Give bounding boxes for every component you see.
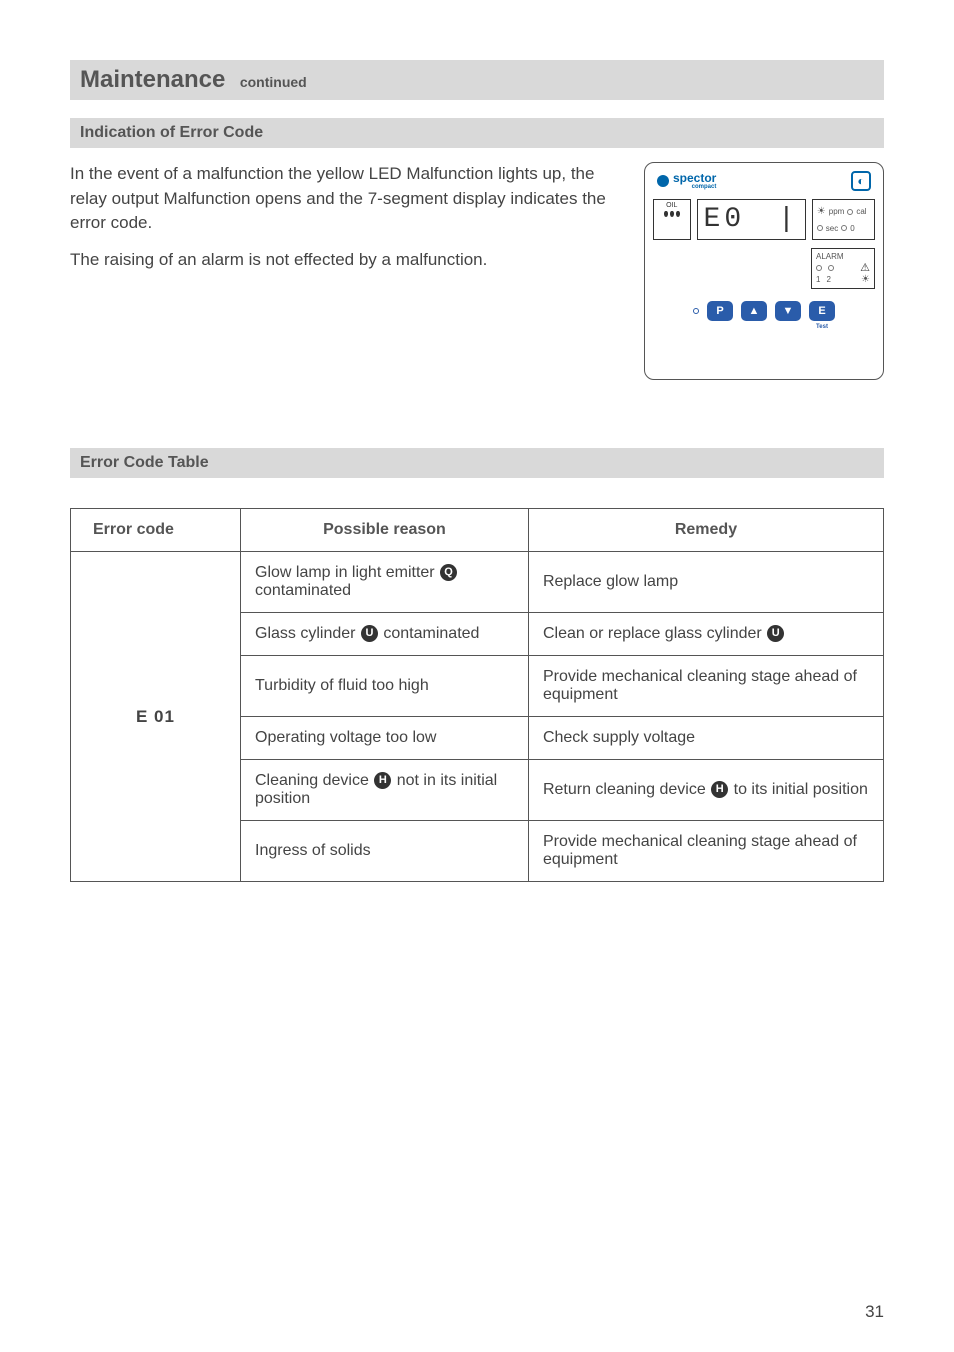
reason-cell: Turbidity of fluid too high xyxy=(241,656,529,717)
alarm-2: 2 xyxy=(826,275,830,284)
remedy-text-pre: Return cleaning device xyxy=(543,781,710,798)
panel-brand-sub: compact xyxy=(692,184,717,190)
led-on-icon: ☀ xyxy=(817,206,826,217)
panel-badge-icon: ◐ xyxy=(851,171,871,191)
reason-cell: Ingress of solids xyxy=(241,821,529,882)
reason-text-pre: Glow lamp in light emitter xyxy=(255,564,439,581)
seven-segment-display: E0 | xyxy=(697,199,806,240)
reason-text-pre: Turbidity of fluid too high xyxy=(255,677,429,694)
e-button-label: E xyxy=(818,305,825,317)
indication-body: In the event of a malfunction the yellow… xyxy=(70,162,884,380)
main-title: Maintenance xyxy=(80,66,225,93)
alarm-led-2-icon xyxy=(828,265,834,271)
e-button[interactable]: E Test xyxy=(809,301,835,321)
unit-indicator: ☀ ppm cal sec 0 xyxy=(812,199,875,240)
remedy-cell: Return cleaning device H to its initial … xyxy=(528,760,883,821)
ref-letter-icon: H xyxy=(374,772,391,789)
remedy-text-pre: Clean or replace glass cylinder xyxy=(543,625,766,642)
remedy-text-pre: Provide mechanical cleaning stage ahead … xyxy=(543,668,857,703)
error-code-cell: E 01 xyxy=(71,552,241,882)
alarm-1: 1 xyxy=(816,275,820,284)
led-off-icon xyxy=(841,225,847,231)
remedy-text-pre: Replace glow lamp xyxy=(543,573,678,590)
button-row: P ▲ ▼ E Test xyxy=(653,301,875,321)
btn-led-icon xyxy=(693,308,699,314)
sec-label: sec xyxy=(826,224,838,233)
reason-text-pre: Ingress of solids xyxy=(255,842,371,859)
main-header: Maintenance continued xyxy=(70,60,884,100)
reason-cell: Glass cylinder U contaminated xyxy=(241,613,529,656)
led-off-icon xyxy=(847,209,853,215)
oil-drops-icon xyxy=(664,211,680,217)
warning-icon: ⚠ xyxy=(860,261,870,274)
alarm-label: ALARM xyxy=(816,252,870,261)
reason-cell: Cleaning device H not in its initial pos… xyxy=(241,760,529,821)
ref-letter-icon: Q xyxy=(440,564,457,581)
panel-top: spector compact ◐ xyxy=(653,171,875,191)
remedy-text-pre: Provide mechanical cleaning stage ahead … xyxy=(543,833,857,868)
logo-icon xyxy=(657,175,669,187)
seg-text: E0 xyxy=(704,204,746,235)
seg-blank2: | xyxy=(778,204,799,235)
reason-text-post: contaminated xyxy=(255,582,351,599)
error-code-table: Error code Possible reason Remedy E 01 G… xyxy=(70,508,884,882)
error-table-heading: Error Code Table xyxy=(70,448,884,478)
ref-letter-icon: U xyxy=(361,625,378,642)
indication-p1: In the event of a malfunction the yellow… xyxy=(70,162,628,236)
remedy-cell: Provide mechanical cleaning stage ahead … xyxy=(528,821,883,882)
reason-text-pre: Glass cylinder xyxy=(255,625,360,642)
panel-brand: spector xyxy=(673,172,716,184)
alarm-box: ALARM ⚠ 1 2 ☀ xyxy=(811,248,875,289)
indication-p2: The raising of an alarm is not effected … xyxy=(70,248,628,273)
device-panel: spector compact ◐ OIL E0 | ☀ p xyxy=(644,162,884,380)
remedy-cell: Clean or replace glass cylinder U xyxy=(528,613,883,656)
reason-cell: Operating voltage too low xyxy=(241,717,529,760)
led-off-icon xyxy=(817,225,823,231)
reason-cell: Glow lamp in light emitter Q contaminate… xyxy=(241,552,529,613)
indication-heading: Indication of Error Code xyxy=(70,118,884,148)
down-button[interactable]: ▼ xyxy=(775,301,801,321)
oil-indicator: OIL xyxy=(653,199,691,240)
fault-led-icon: ☀ xyxy=(861,274,870,285)
remedy-cell: Replace glow lamp xyxy=(528,552,883,613)
indication-text: In the event of a malfunction the yellow… xyxy=(70,162,628,285)
ppm-label: ppm xyxy=(829,207,845,216)
zero-label: 0 xyxy=(850,224,854,233)
alarm-led-1-icon xyxy=(816,265,822,271)
seg-blank1 xyxy=(751,204,772,235)
col-possible-reason: Possible reason xyxy=(241,509,529,552)
main-subtitle: continued xyxy=(240,74,307,90)
reason-text-pre: Cleaning device xyxy=(255,772,373,789)
test-label: Test xyxy=(816,324,828,330)
col-error-code: Error code xyxy=(71,509,241,552)
remedy-text-post: to its initial position xyxy=(729,781,868,798)
table-header-row: Error code Possible reason Remedy xyxy=(71,509,884,552)
reason-text-post: contaminated xyxy=(379,625,480,642)
table-row: E 01 Glow lamp in light emitter Q contam… xyxy=(71,552,884,613)
remedy-cell: Provide mechanical cleaning stage ahead … xyxy=(528,656,883,717)
oil-label: OIL xyxy=(666,202,677,209)
col-remedy: Remedy xyxy=(528,509,883,552)
panel-logo: spector compact xyxy=(657,172,716,190)
reason-text-pre: Operating voltage too low xyxy=(255,729,436,746)
remedy-cell: Check supply voltage xyxy=(528,717,883,760)
remedy-text-pre: Check supply voltage xyxy=(543,729,695,746)
page-number: 31 xyxy=(865,1302,884,1322)
p-button[interactable]: P xyxy=(707,301,733,321)
panel-mid: OIL E0 | ☀ ppm cal sec xyxy=(653,199,875,240)
cal-label: cal xyxy=(856,207,866,216)
ref-letter-icon: H xyxy=(711,781,728,798)
ref-letter-icon: U xyxy=(767,625,784,642)
up-button[interactable]: ▲ xyxy=(741,301,767,321)
